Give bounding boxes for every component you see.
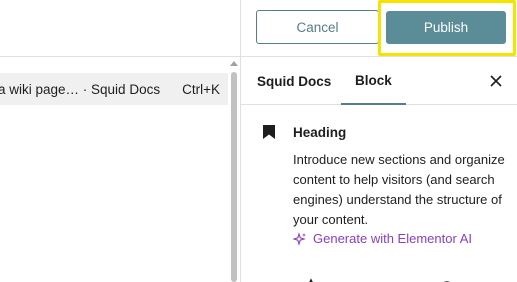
editor-window: a wiki page… · Squid Docs Ctrl+K Cancel … xyxy=(0,0,517,282)
editor-topbar xyxy=(0,0,241,57)
settings-sidebar: Cancel Publish Squid Docs Block Heading … xyxy=(241,0,517,282)
sparkle-icon xyxy=(292,231,307,246)
close-icon[interactable] xyxy=(486,71,506,91)
tab-block[interactable]: Block xyxy=(341,57,406,105)
scrollbar-thumb[interactable] xyxy=(231,72,237,282)
header-actions: Cancel Publish xyxy=(241,0,517,57)
tab-squid-docs[interactable]: Squid Docs xyxy=(257,57,331,105)
generate-ai-label: Generate with Elementor AI xyxy=(313,231,472,246)
command-item-label: a wiki page… · Squid Docs xyxy=(0,81,161,97)
editor-canvas: a wiki page… · Squid Docs Ctrl+K xyxy=(0,0,241,282)
sidebar-tabs: Squid Docs Block xyxy=(241,57,517,105)
generate-ai-link[interactable]: Generate with Elementor AI xyxy=(292,231,472,246)
keyboard-shortcut: Ctrl+K xyxy=(182,81,220,97)
scrollbar[interactable] xyxy=(228,58,240,282)
block-description: Introduce new sections and organize cont… xyxy=(293,152,505,227)
bookmark-icon xyxy=(263,125,275,139)
block-info-card: Heading Introduce new sections and organ… xyxy=(241,106,517,282)
publish-button[interactable]: Publish xyxy=(386,11,506,44)
cancel-button[interactable]: Cancel xyxy=(256,10,379,44)
block-title: Heading xyxy=(293,125,347,140)
cropped-style-icons xyxy=(309,278,450,282)
command-palette-item[interactable]: a wiki page… · Squid Docs Ctrl+K xyxy=(0,73,232,105)
scroll-up-arrow-icon[interactable] xyxy=(230,61,238,66)
